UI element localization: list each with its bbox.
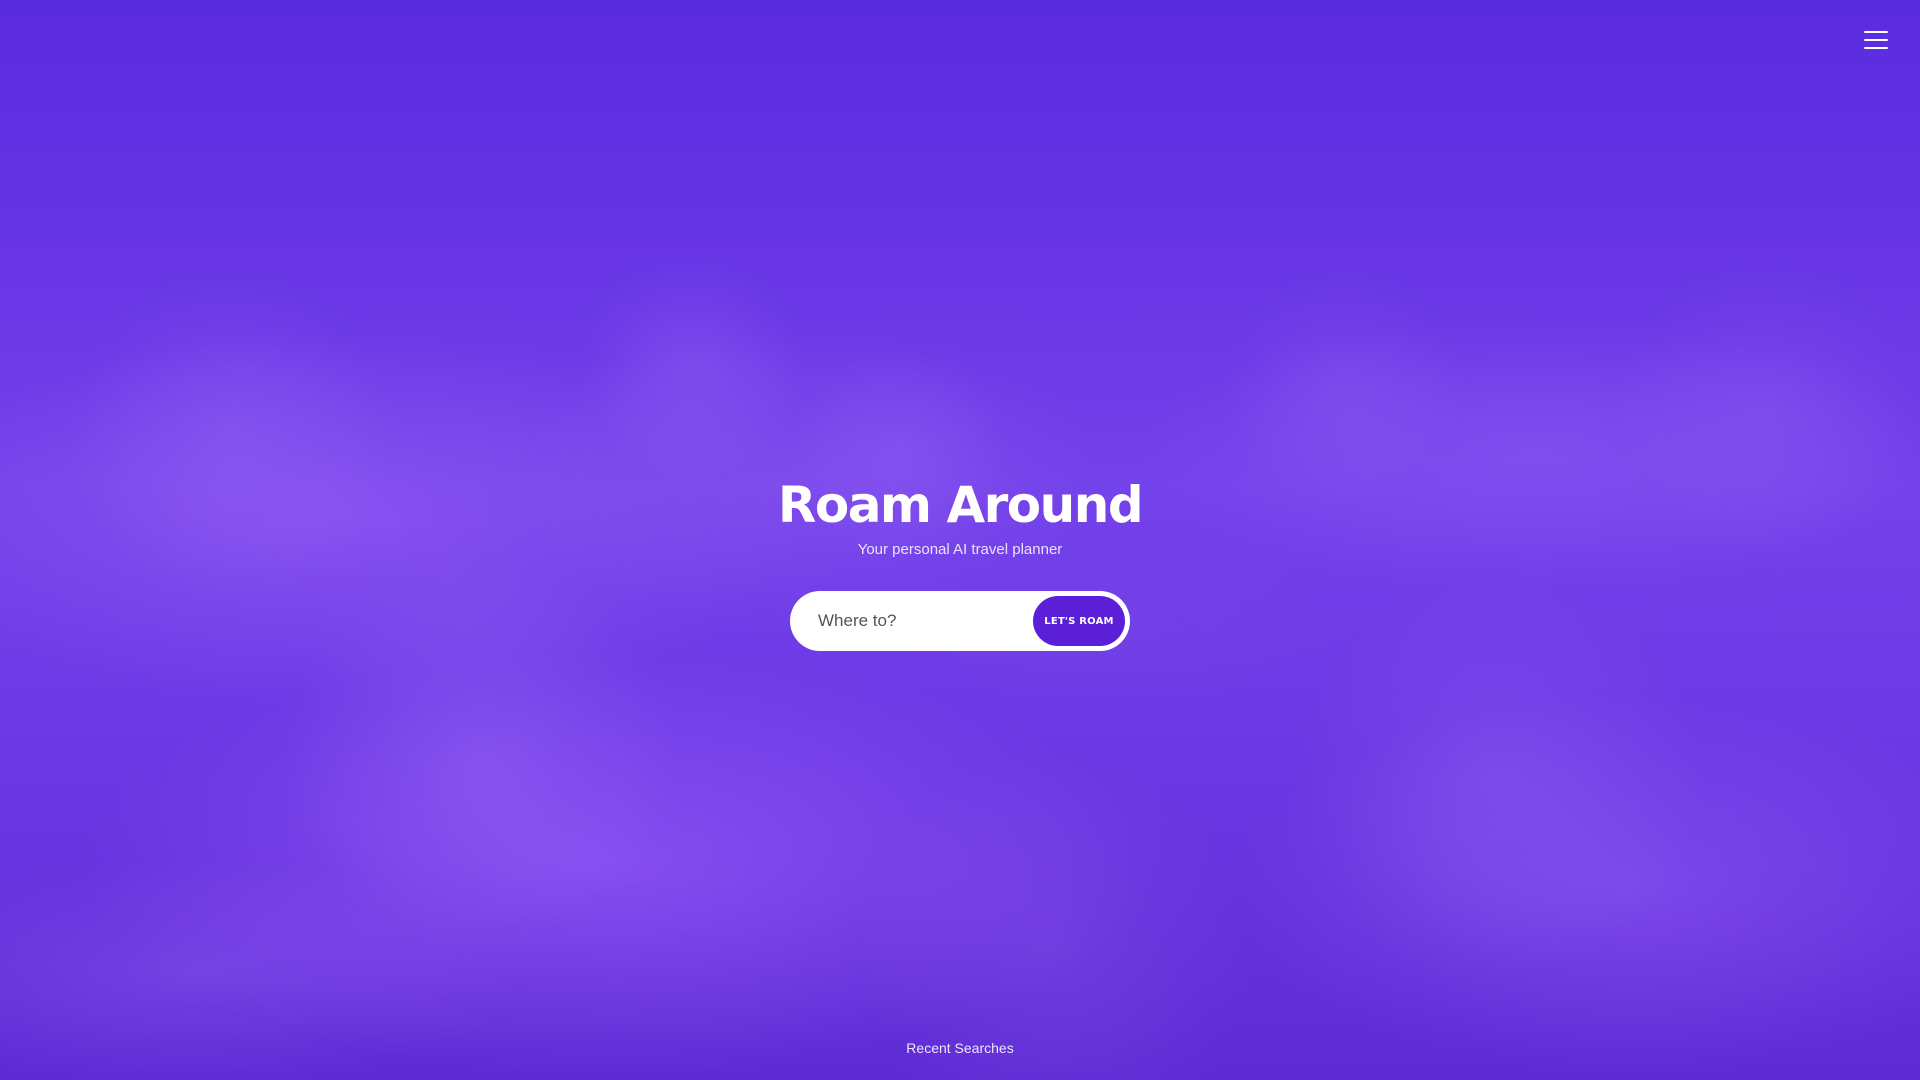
page-title: Roam Around [777,476,1144,534]
page-subtitle: Your personal AI travel planner [857,541,1063,558]
hero-section: Roam Around Your personal AI travel plan… [0,472,1920,651]
hamburger-menu-icon[interactable] [1864,28,1892,52]
menu-line [1864,31,1888,33]
destination-search-input[interactable] [816,610,1033,632]
menu-line [1864,39,1888,41]
recent-searches-link[interactable]: Recent Searches [0,1040,1920,1056]
search-bar: LET'S ROAM [790,591,1130,651]
menu-line [1864,47,1888,49]
lets-roam-button[interactable]: LET'S ROAM [1033,596,1125,646]
